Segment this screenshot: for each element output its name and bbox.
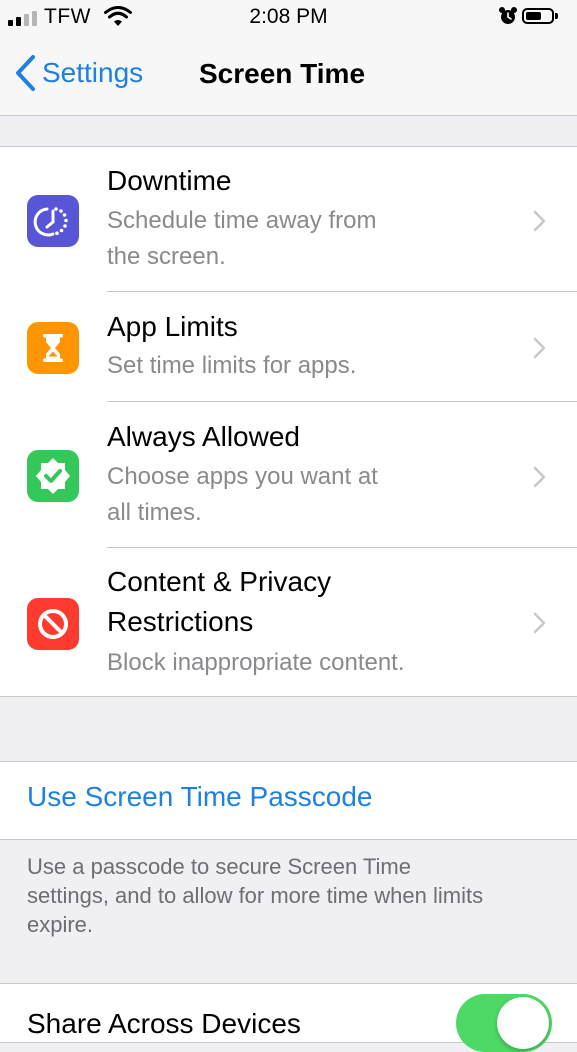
row-subtitle: Block inappropriate content. [107, 649, 405, 676]
checkmark-badge-icon [27, 450, 79, 502]
toggle-knob [497, 997, 549, 1049]
row-title: Always Allowed [107, 421, 300, 452]
row-subtitle: Choose apps you want at all times. [107, 463, 378, 526]
status-bar: TFW 2:08 PM [0, 0, 577, 36]
battery-icon [522, 8, 558, 24]
passcode-footer-text: Use a passcode to secure Screen Time set… [27, 854, 484, 937]
chevron-left-icon [16, 55, 35, 91]
use-screen-time-passcode-button[interactable]: Use Screen Time Passcode [0, 761, 577, 840]
list-item-always-allowed[interactable]: Always Allowed Choose apps you want at a… [0, 402, 577, 548]
back-button[interactable]: Settings [14, 54, 143, 92]
chevron-right-icon [533, 337, 546, 359]
share-across-devices-label: Share Across Devices [27, 1008, 301, 1039]
row-subtitle: Schedule time away from the screen. [107, 207, 377, 270]
screen-time-features-list: Downtime Schedule time away from the scr… [0, 146, 577, 697]
list-item-content-privacy-restrictions[interactable]: Content & Privacy Restrictions Block ina… [0, 548, 577, 696]
chevron-right-icon [533, 466, 546, 488]
chevron-right-icon [533, 210, 546, 232]
back-label: Settings [42, 57, 144, 88]
row-title: Downtime [107, 165, 232, 196]
chevron-right-icon [533, 612, 546, 634]
status-time: 2:08 PM [249, 5, 328, 28]
list-item-app-limits[interactable]: App Limits Set time limits for apps. [0, 292, 577, 402]
hourglass-icon [27, 322, 79, 374]
list-item-downtime[interactable]: Downtime Schedule time away from the scr… [0, 147, 577, 292]
row-title: App Limits [107, 311, 238, 342]
alarm-clock-icon [499, 7, 517, 24]
row-title: Content & Privacy Restrictions [107, 566, 332, 637]
row-subtitle: Set time limits for apps. [107, 352, 357, 379]
downtime-icon [27, 195, 79, 247]
page-title: Screen Time [199, 58, 366, 89]
share-across-devices-toggle[interactable] [456, 994, 552, 1052]
navigation-bar: Settings Screen Time [0, 36, 577, 116]
share-across-devices-row: Share Across Devices [0, 983, 577, 1052]
passcode-label: Use Screen Time Passcode [27, 781, 373, 812]
prohibited-icon [27, 598, 79, 650]
